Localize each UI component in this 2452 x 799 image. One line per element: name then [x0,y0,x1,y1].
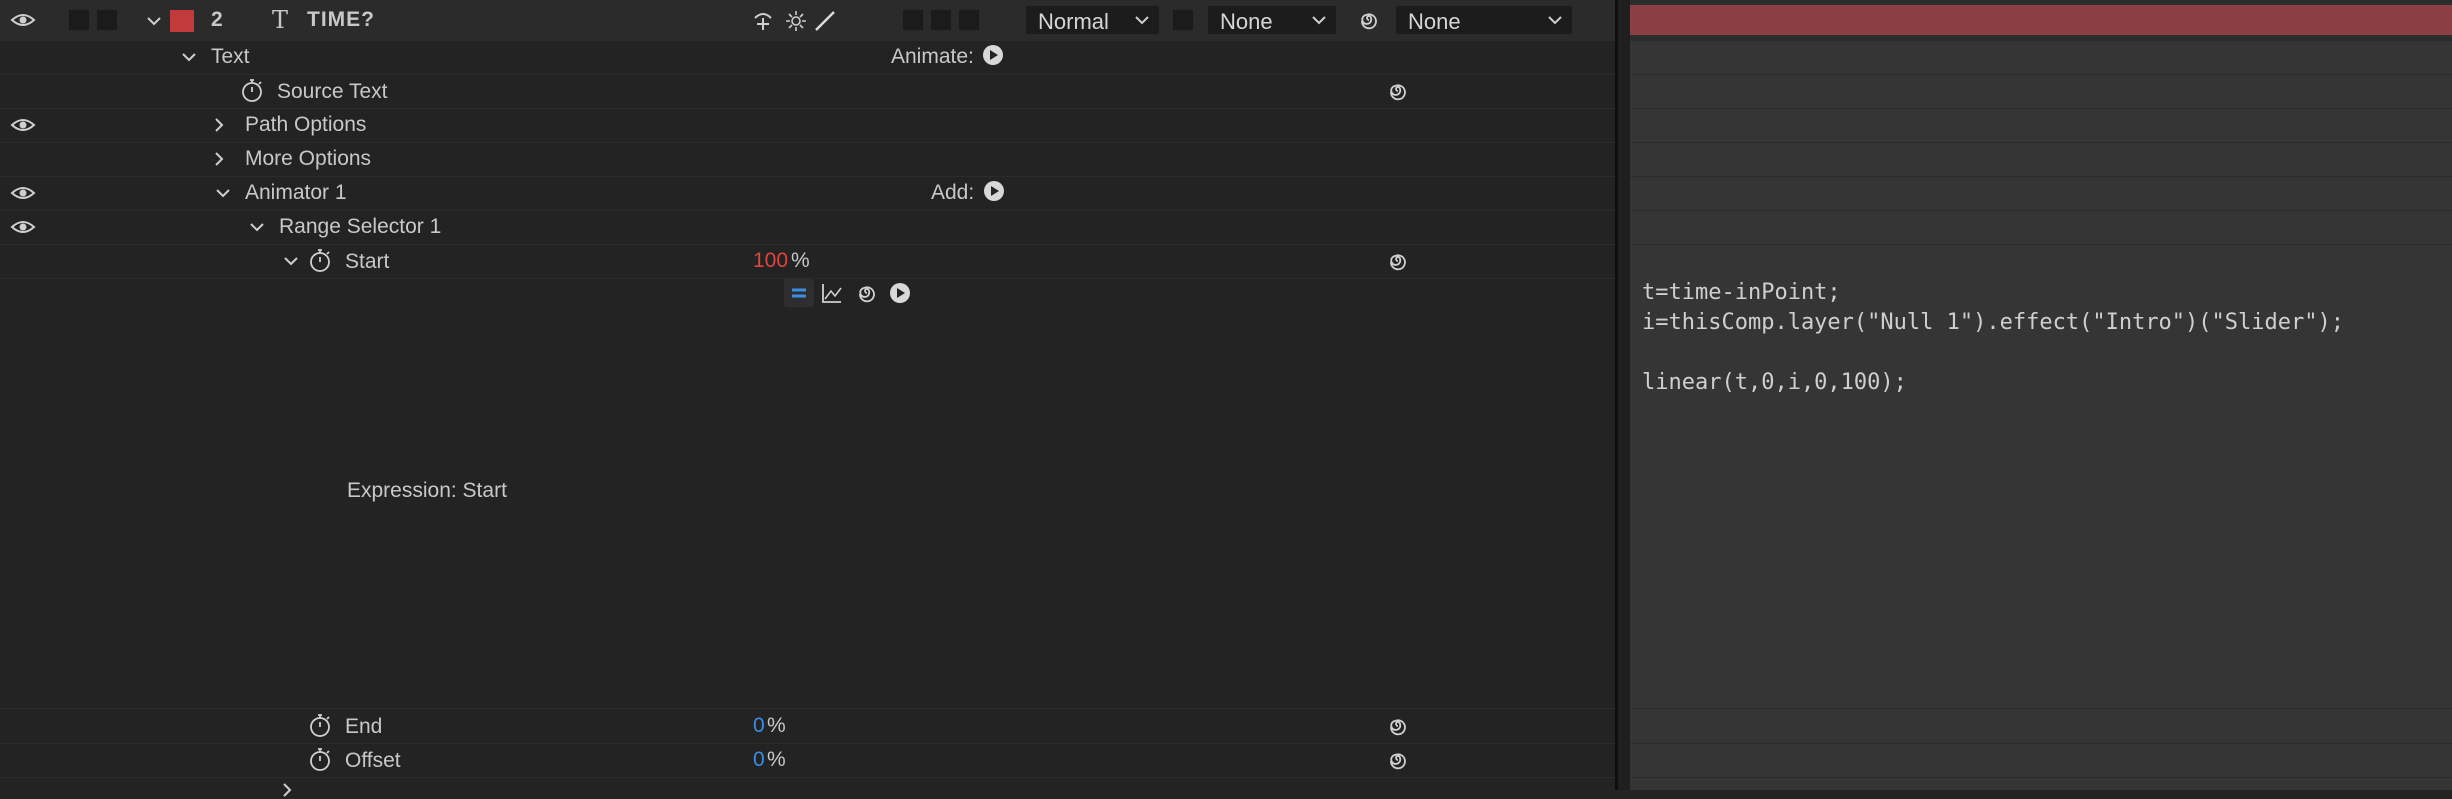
add-label: Add: [931,181,975,204]
shy-icon[interactable] [750,8,776,34]
timeline-row [1630,40,2452,75]
eye-icon[interactable] [10,10,36,30]
start-label: Start [345,250,390,273]
offset-label: Offset [345,749,401,772]
expression-spiral-icon[interactable] [1386,714,1410,738]
animator-label: Animator 1 [245,181,347,204]
quality-slash-icon[interactable] [812,8,838,34]
stopwatch-icon[interactable] [307,248,333,274]
preserve-transparency-toggle[interactable] [1172,9,1194,31]
effects-switch[interactable] [902,9,924,31]
animate-label: Animate: [891,45,974,68]
start-property-row[interactable]: Start 100 % [0,244,1615,279]
timeline-row [1630,108,2452,143]
more-options-row[interactable]: More Options [0,142,1615,177]
expression-spiral-icon[interactable] [1386,79,1410,103]
solo-toggle[interactable] [96,9,118,31]
source-text-label: Source Text [277,80,388,103]
chevron-down-icon[interactable] [282,252,300,270]
path-options-label: Path Options [245,113,367,136]
expression-controls-area: Expression: Start [0,278,1615,709]
play-menu-icon[interactable] [983,180,1005,202]
code-line: linear(t,0,i,0,100); [1642,370,1907,395]
timeline-row [1630,709,2452,744]
play-menu-icon[interactable] [982,44,1004,66]
expression-language-menu-icon[interactable] [889,282,911,304]
end-label: End [345,715,383,738]
code-line: t=time-inPoint; [1642,280,1841,305]
timeline-row [1630,176,2452,211]
graph-icon[interactable] [820,281,844,305]
chevron-right-icon[interactable] [278,781,296,799]
layer-row[interactable]: 2 T TIME? Normal None None [0,0,1615,41]
source-text-row[interactable]: Source Text [0,74,1615,109]
offset-property-row[interactable]: Offset 0 % [0,743,1615,778]
timeline-row [1630,743,2452,778]
timeline-row [1630,142,2452,177]
path-options-row[interactable]: Path Options [0,108,1615,143]
track-matte-value: None [1220,9,1273,34]
end-value[interactable]: 0 [753,714,765,738]
range-selector-label: Range Selector 1 [279,215,442,238]
equals-icon [792,288,806,298]
eye-icon[interactable] [10,217,36,237]
label-color-swatch[interactable] [170,10,194,32]
chevron-down-icon [1135,16,1149,25]
eye-icon[interactable] [10,183,36,203]
text-property-row[interactable]: Text Animate: [0,40,1615,75]
chevron-down-icon[interactable] [145,12,163,30]
code-line: i=thisComp.layer("Null 1").effect("Intro… [1642,310,2344,335]
end-unit: % [767,714,786,737]
audio-toggle[interactable] [68,9,90,31]
layer-duration-bar[interactable] [1630,5,2452,35]
timeline-row [1630,74,2452,109]
motion-blur-switch[interactable] [930,9,952,31]
expression-spiral-icon[interactable] [1386,748,1410,772]
layer-number: 2 [211,8,223,31]
start-unit: % [791,249,810,272]
chevron-right-icon[interactable] [210,116,228,134]
expression-code[interactable]: t=time-inPoint; i=thisComp.layer("Null 1"… [1642,278,2344,398]
expression-pickwhip-icon[interactable] [855,281,879,305]
collapse-sun-icon[interactable] [783,8,809,34]
stopwatch-icon[interactable] [307,713,333,739]
adjustment-switch[interactable] [958,9,980,31]
blend-mode-value: Normal [1038,9,1109,34]
text-layer-icon: T [272,6,289,34]
chevron-down-icon[interactable] [180,48,198,66]
eye-icon[interactable] [10,115,36,135]
next-row-partial [0,777,1615,797]
stopwatch-icon[interactable] [307,747,333,773]
layer-duration-bar-row [1630,0,2452,41]
parent-value: None [1408,9,1461,34]
stopwatch-icon[interactable] [239,78,265,104]
offset-unit: % [767,748,786,771]
chevron-down-icon [1312,16,1326,25]
parent-pickwhip-icon[interactable] [1357,8,1381,32]
start-value[interactable]: 100 [753,249,788,273]
chevron-right-icon[interactable] [210,150,228,168]
more-options-label: More Options [245,147,372,170]
chevron-down-icon [1548,16,1562,25]
animator-row[interactable]: Animator 1 Add: [0,176,1615,211]
blend-mode-dropdown[interactable]: Normal [1025,5,1160,35]
text-group-label: Text [211,45,250,68]
timeline-row [1630,244,2452,279]
timeline-row [1630,210,2452,245]
enable-expression-toggle[interactable] [784,279,814,307]
layer-name[interactable]: TIME? [307,8,375,32]
expression-spiral-icon[interactable] [1386,249,1410,273]
end-property-row[interactable]: End 0 % [0,709,1615,744]
track-matte-dropdown[interactable]: None [1207,5,1337,35]
chevron-down-icon[interactable] [248,218,266,236]
range-selector-row[interactable]: Range Selector 1 [0,210,1615,245]
parent-dropdown[interactable]: None [1395,5,1573,35]
expression-label: Expression: Start [347,479,507,502]
panel-gap [1618,0,1630,790]
chevron-down-icon[interactable] [214,184,232,202]
offset-value[interactable]: 0 [753,748,765,772]
